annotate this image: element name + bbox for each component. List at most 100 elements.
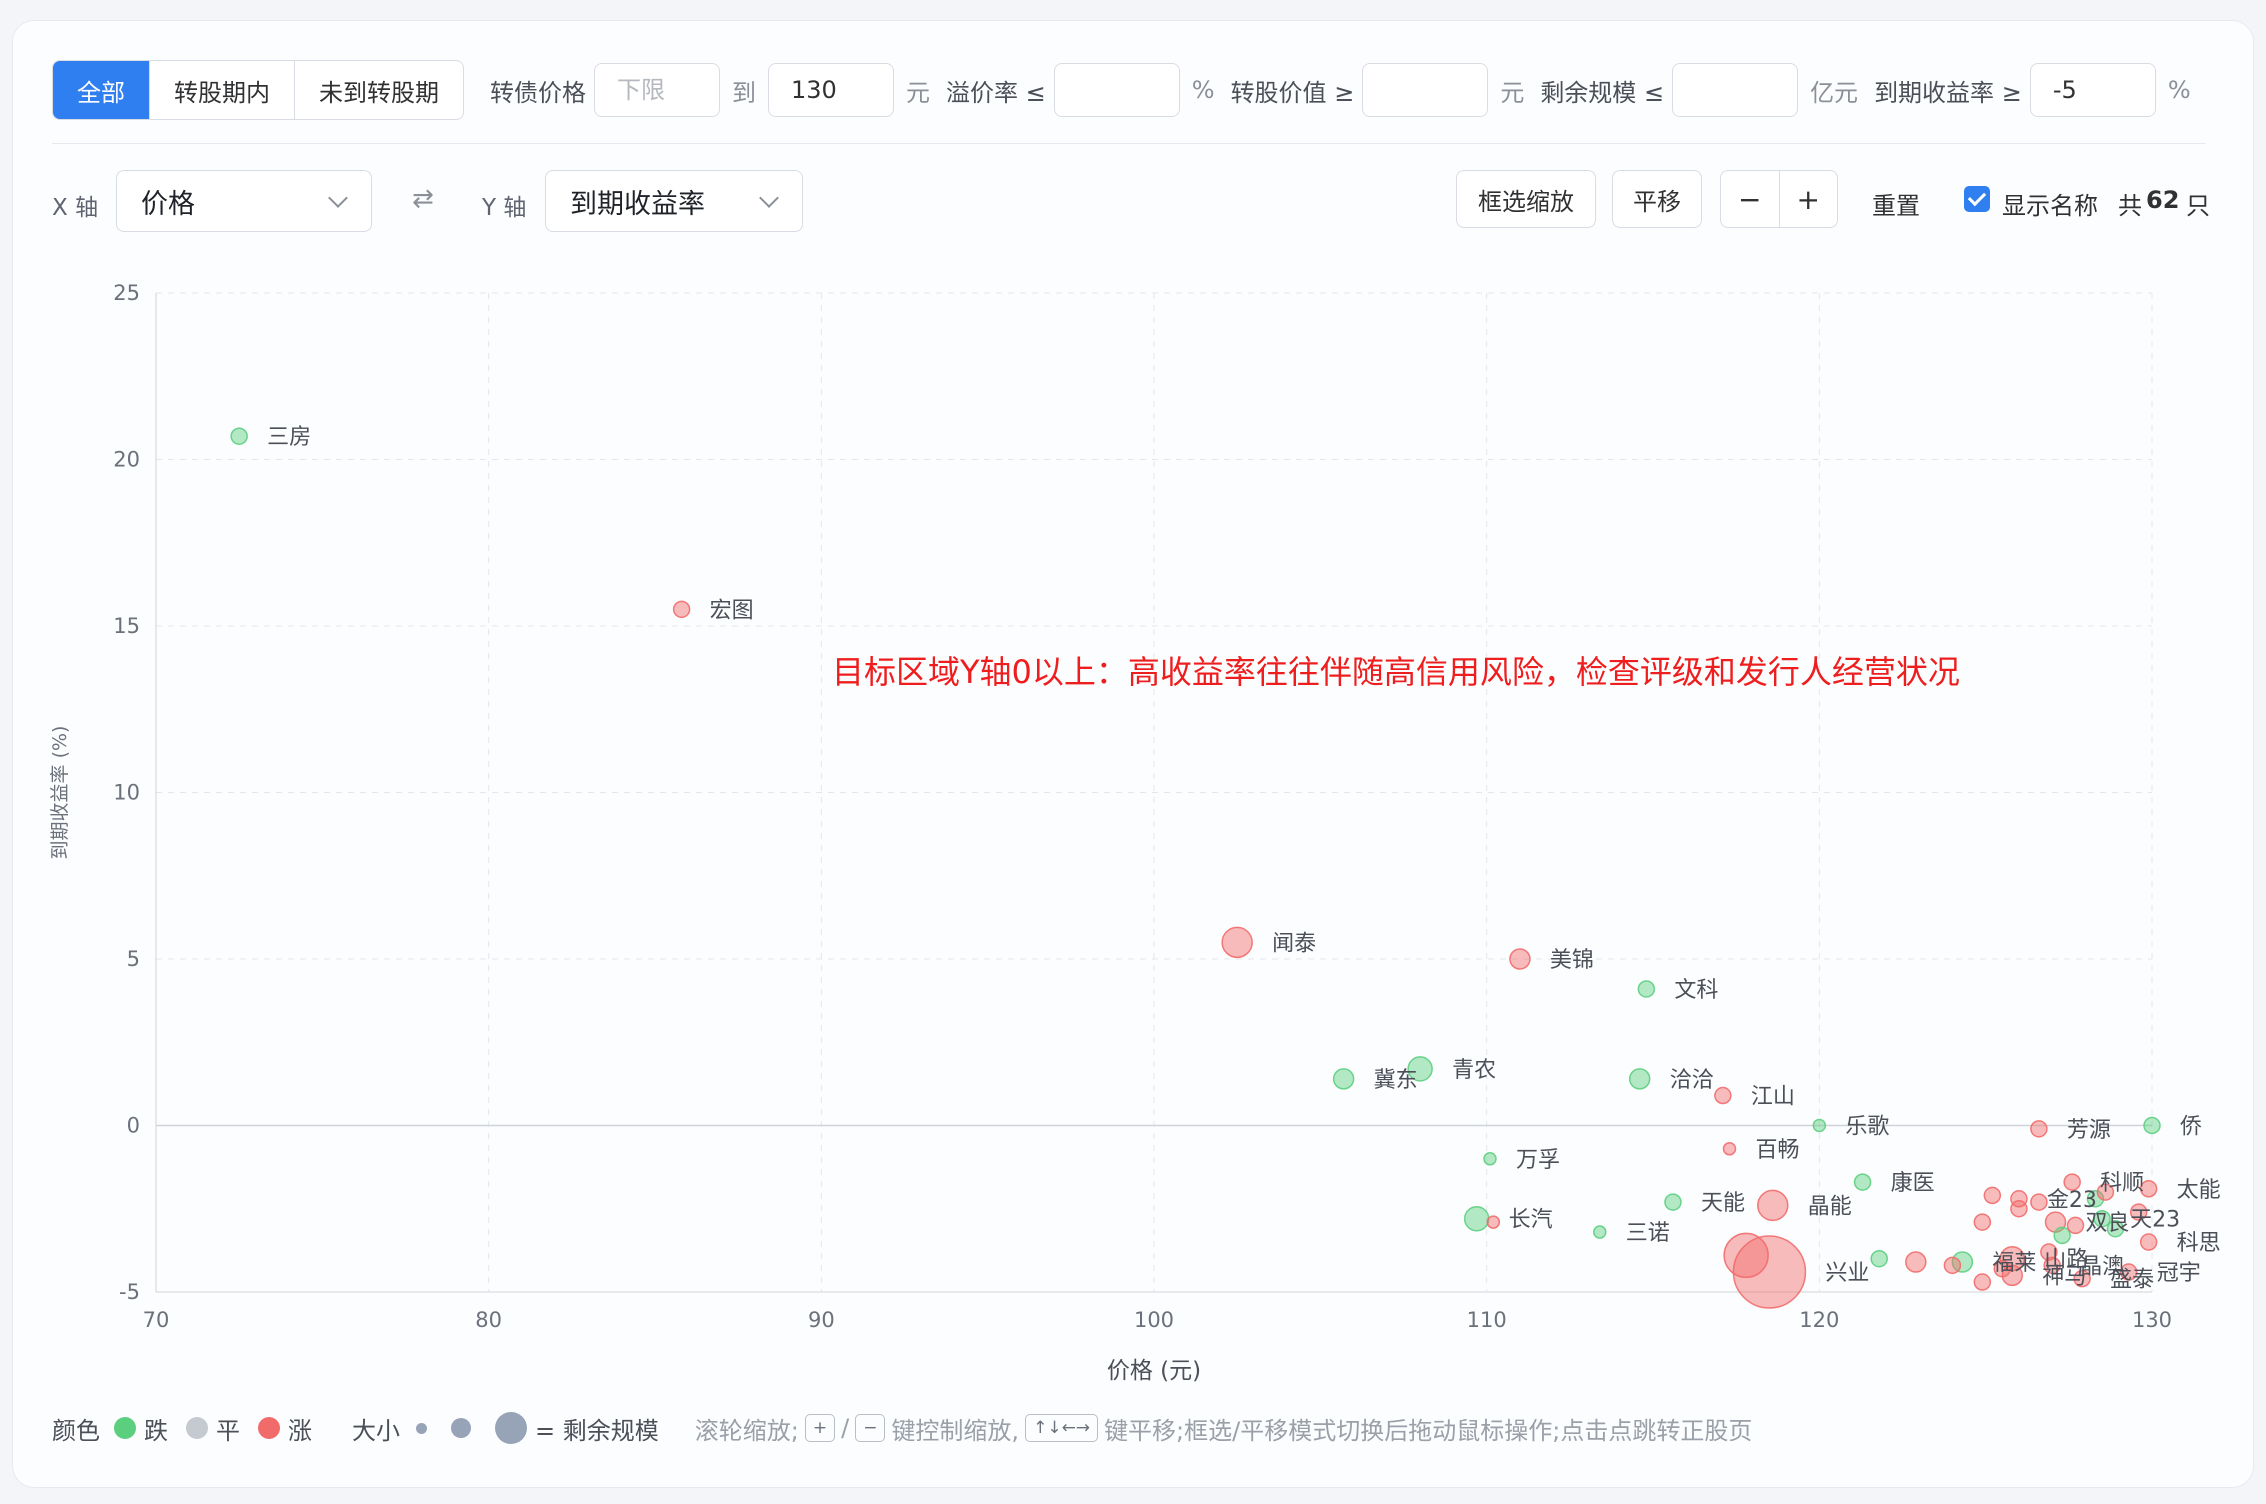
data-point (230, 427, 248, 445)
y-tick-label: 10 (113, 781, 140, 805)
data-point (1332, 1068, 1355, 1090)
hint-text-1: 滚轮缩放; (694, 1416, 799, 1445)
data-point (1722, 1142, 1737, 1156)
data-point (2030, 1120, 2048, 1138)
x-tick-label: 100 (1134, 1308, 1174, 1332)
x-tick-label: 110 (1467, 1308, 1507, 1332)
data-point (1593, 1225, 1607, 1239)
x-tick-label: 120 (1799, 1308, 1839, 1332)
y-tick-label: 20 (113, 448, 140, 472)
hint-text-3: 键平移;框选/平移模式切换后拖动鼠标操作;点击点跳转正股页 (1104, 1416, 1753, 1445)
point-label: 兴业 (1825, 1261, 1869, 1286)
data-point (1943, 1256, 1962, 1275)
point-label: 江山 (1751, 1085, 1795, 1110)
point-label: 科思 (2177, 1231, 2221, 1256)
legend-up-dot (258, 1417, 280, 1439)
point-label: 康医 (1891, 1171, 1935, 1196)
legend-size-desc: = 剩余规模 (535, 1416, 659, 1445)
point-label: 神马 (2042, 1264, 2086, 1289)
point-label: 乐歌 (1845, 1115, 1889, 1140)
y-tick-label: -5 (119, 1280, 140, 1304)
y-tick-label: 5 (127, 947, 140, 971)
data-point (2139, 1233, 2158, 1251)
data-point (2143, 1116, 2161, 1135)
point-label: 芳源 (2067, 1118, 2111, 1143)
y-tick-label: 15 (113, 614, 140, 638)
data-point (1812, 1118, 1827, 1133)
data-point (1905, 1251, 1927, 1273)
annotation-text: 目标区域Y轴0以上：高收益率往往伴随高信用风险，检查评级和发行人经营状况 (832, 653, 1960, 691)
data-point (2066, 1216, 2085, 1235)
data-point (1509, 948, 1531, 970)
point-label: 双良 (2086, 1211, 2130, 1236)
point-label: 闻泰 (1272, 931, 1316, 956)
data-point (1221, 926, 1253, 959)
point-label: 太能 (2177, 1178, 2221, 1203)
data-point (1637, 980, 1656, 998)
legend-flat-dot (186, 1417, 208, 1439)
point-label: 侨 (2180, 1115, 2202, 1140)
x-axis-title: 价格 (元) (1107, 1358, 1201, 1384)
data-point (1723, 1232, 1769, 1279)
data-point (1628, 1068, 1651, 1090)
point-label: 文科 (1674, 978, 1718, 1003)
interaction-hint: 滚轮缩放; + / − 键控制缩放, ↑↓←→ 键平移;框选/平移模式切换后拖动… (694, 1411, 1753, 1446)
point-label: 天能 (1701, 1191, 1745, 1216)
data-point (2053, 1226, 2071, 1245)
legend-size-large-dot (495, 1412, 527, 1444)
data-point (1983, 1186, 2002, 1205)
scatter-chart[interactable]: 70 80 90 100 110 120 130 -5 0 5 10 15 20 25 价格 (元) 到期收益… (0, 0, 2266, 1400)
data-point (1973, 1273, 1992, 1291)
data-point (1853, 1173, 1872, 1191)
legend-down-label: 跌 (144, 1416, 168, 1445)
data-point (1714, 1086, 1732, 1105)
data-point (1870, 1249, 1888, 1268)
legend-up-label: 涨 (288, 1416, 312, 1445)
data-point (1973, 1213, 1992, 1231)
legend-size-medium-dot (451, 1418, 471, 1438)
y-axis-title: 到期收益率 (%) (49, 726, 71, 860)
x-tick-label: 90 (808, 1308, 835, 1332)
point-label: 晶能 (1808, 1194, 1852, 1219)
hint-text-2: 键控制缩放, (891, 1416, 1020, 1445)
data-point (672, 600, 691, 619)
point-label: 冀东 (1374, 1068, 1418, 1093)
legend-size-small-dot (416, 1422, 427, 1434)
y-tick-label: 25 (113, 281, 140, 305)
x-tick-label: 70 (143, 1308, 170, 1332)
point-label: 三诺 (1626, 1221, 1670, 1246)
legend-flat-label: 平 (216, 1416, 240, 1445)
x-tick-label: 80 (475, 1308, 502, 1332)
point-label: 长汽 (1509, 1208, 1553, 1233)
data-point (1486, 1215, 1501, 1229)
plus-key-icon: + (804, 1414, 836, 1442)
x-tick-label: 130 (2132, 1308, 2172, 1332)
point-label: 金23 (2047, 1188, 2097, 1213)
data-point (2030, 1193, 2048, 1211)
minus-key-icon: − (855, 1414, 886, 1442)
point-label: 天23 (2130, 1208, 2180, 1233)
legend-size-label: 大小 (352, 1416, 400, 1445)
point-label: 万孚 (1516, 1148, 1560, 1173)
y-tick-label: 0 (127, 1114, 140, 1138)
point-label: 宏图 (710, 598, 754, 623)
point-label: 三房 (267, 425, 311, 450)
point-label: 福莱 (1992, 1251, 2036, 1276)
point-label: 盛泰 (2110, 1268, 2154, 1293)
legend: 颜色 跌 平 涨 大小 = 剩余规模 滚轮缩放; + / − 键控制缩放, ↑↓… (52, 1408, 1752, 1448)
data-point (1757, 1189, 1789, 1222)
arrow-keys-icon: ↑↓←→ (1025, 1414, 1099, 1442)
point-label: 百畅 (1756, 1138, 1800, 1163)
data-point (1483, 1152, 1497, 1166)
legend-down-dot (114, 1417, 136, 1439)
legend-color-label: 颜色 (52, 1416, 100, 1445)
point-label: 洽洽 (1670, 1068, 1714, 1093)
data-point (1664, 1193, 1682, 1211)
data-point (1463, 1205, 1490, 1232)
data-point (2010, 1200, 2028, 1218)
point-label: 科顺 (2100, 1171, 2144, 1196)
point-label: 冠宇 (2157, 1261, 2201, 1286)
hint-sep: / (841, 1414, 850, 1442)
point-label: 美锦 (1550, 948, 1594, 973)
point-label: 青农 (1452, 1058, 1496, 1083)
